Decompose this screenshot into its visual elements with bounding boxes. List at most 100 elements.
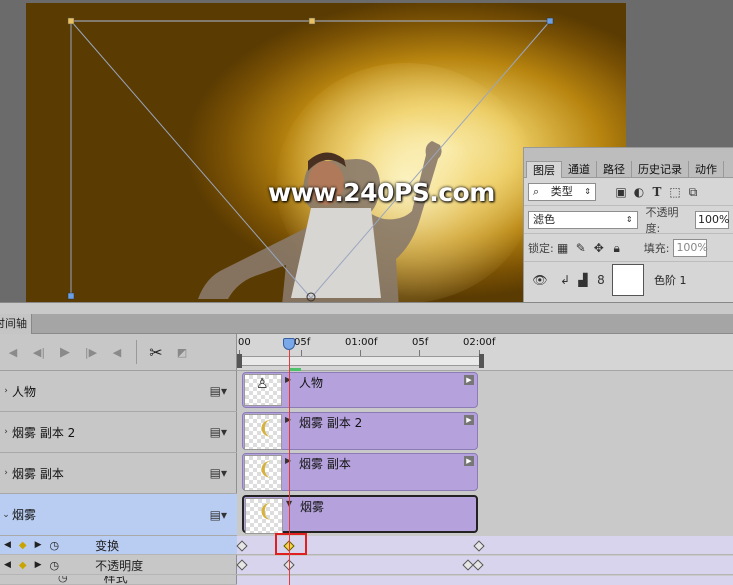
- audio-icon[interactable]: ◀: [104, 346, 130, 359]
- opacity-label: 不透明度:: [645, 205, 679, 235]
- track-smoke[interactable]: ⌄ 烟雾 ▤▾: [0, 494, 237, 536]
- prev-frame-icon[interactable]: ◀|: [26, 346, 52, 359]
- clip-end-icon[interactable]: ▶: [464, 415, 474, 425]
- lock-transparent-icon[interactable]: ▦: [556, 241, 570, 255]
- tab-timeline[interactable]: 时间轴: [0, 314, 32, 334]
- clip-end-icon[interactable]: ▶: [464, 375, 474, 385]
- updown-icon: ⇕: [625, 214, 633, 224]
- play-icon[interactable]: ▶: [52, 345, 78, 360]
- blend-mode-value: 滤色: [533, 212, 555, 226]
- track-label: 烟雾 副本: [12, 466, 64, 481]
- keyframe-lane-opacity[interactable]: [237, 556, 733, 575]
- clip-name: 人物: [299, 376, 324, 390]
- clip-smoke-copy-2[interactable]: ▶ 烟雾 副本 2 ▶: [242, 412, 478, 450]
- smoke-thumb-glyph: ❨: [258, 418, 274, 439]
- fill-label: 填充:: [643, 241, 670, 255]
- stopwatch-icon[interactable]: ◷: [58, 576, 68, 583]
- lock-label: 锁定:: [528, 241, 554, 255]
- clip-smoke[interactable]: ▼ 烟雾: [242, 495, 478, 534]
- next-keyframe-icon[interactable]: ▶: [35, 540, 42, 550]
- timeline-tab-bar: [0, 314, 733, 334]
- property-style[interactable]: ◷ 样式: [0, 576, 237, 585]
- lock-move-icon[interactable]: ✥: [592, 241, 606, 255]
- film-strip-icon[interactable]: ▤▾: [210, 384, 227, 398]
- tab-channels[interactable]: 通道: [562, 161, 597, 178]
- smart-object-filter-icon[interactable]: ⧉: [686, 185, 700, 199]
- clip-renwu[interactable]: ▶ 人物 ▶: [242, 372, 478, 408]
- tab-paths[interactable]: 路径: [597, 161, 632, 178]
- filter-kind-label: 类型: [550, 184, 573, 198]
- search-icon: ⌕: [533, 184, 540, 198]
- transition-icon[interactable]: ◩: [169, 346, 195, 359]
- clip-name: 烟雾 副本 2: [299, 416, 363, 430]
- filter-kind-select[interactable]: ⌕ 类型 ⇕: [528, 182, 596, 201]
- adjustment-filter-icon[interactable]: ◐: [632, 185, 646, 199]
- cache-indicator: [289, 368, 301, 371]
- lock-paint-icon[interactable]: ✎: [574, 241, 588, 255]
- chevron-right-icon[interactable]: ›: [0, 468, 12, 478]
- levels-icon: ▟: [578, 273, 588, 287]
- layer-mask-thumbnail[interactable]: [612, 264, 644, 296]
- keyframe-lane-style[interactable]: [237, 576, 733, 585]
- fill-input[interactable]: 100%: [673, 238, 708, 257]
- first-frame-icon[interactable]: ◀: [0, 346, 26, 359]
- track-renwu[interactable]: › 人物 ▤▾: [0, 371, 237, 412]
- work-area-bar[interactable]: [239, 356, 483, 366]
- chevron-right-icon[interactable]: ›: [0, 386, 12, 396]
- type-filter-icon[interactable]: T: [650, 185, 664, 199]
- link-icon: 8: [597, 273, 605, 287]
- track-label: 烟雾 副本 2: [12, 425, 76, 440]
- lock-all-icon[interactable]: 🔒︎: [610, 241, 624, 255]
- chevron-down-icon[interactable]: ⌄: [0, 510, 12, 520]
- image-filter-icon[interactable]: ▣: [614, 185, 628, 199]
- chevron-right-icon[interactable]: ›: [0, 427, 12, 437]
- ruler-label: 00: [238, 337, 251, 348]
- track-label: 烟雾: [12, 508, 37, 522]
- property-transform[interactable]: ◀ ◆ ▶ ◷ 变换: [0, 536, 237, 555]
- tab-layers[interactable]: 图层: [526, 161, 562, 178]
- track-label: 人物: [12, 384, 37, 399]
- track-smoke-copy[interactable]: › 烟雾 副本 ▤▾: [0, 453, 237, 494]
- keyframe-diamond-icon[interactable]: ◆: [19, 560, 27, 571]
- property-label: 样式: [103, 576, 128, 585]
- eye-icon[interactable]: 👁︎: [530, 273, 550, 287]
- next-keyframe-icon[interactable]: ▶: [35, 560, 42, 570]
- smoke-thumb-glyph: ❨: [258, 501, 274, 522]
- updown-icon: ⇕: [584, 186, 591, 196]
- ruler-label: 01:00f: [345, 337, 378, 348]
- tab-actions[interactable]: 动作: [689, 161, 724, 178]
- shape-filter-icon[interactable]: ⬚: [668, 185, 682, 199]
- layer-row[interactable]: 👁︎ ↲ ▟ 8 色阶 1: [524, 262, 733, 298]
- split-scissors-icon[interactable]: ✂: [143, 343, 169, 362]
- track-smoke-copy-2[interactable]: › 烟雾 副本 2 ▤▾: [0, 412, 237, 453]
- playhead-line[interactable]: [289, 350, 290, 585]
- playback-controls: ◀ ◀| ▶ |▶ ◀ ✂ ◩: [0, 334, 237, 371]
- property-opacity[interactable]: ◀ ◆ ▶ ◷ 不透明度: [0, 556, 237, 575]
- prev-keyframe-icon[interactable]: ◀: [4, 540, 11, 550]
- clip-name: 烟雾 副本: [299, 457, 351, 471]
- blend-mode-select[interactable]: 滤色 ⇕: [528, 210, 638, 229]
- work-area-start-handle[interactable]: [237, 354, 242, 368]
- blend-row: 滤色 ⇕ 不透明度: 100%: [524, 205, 733, 235]
- clip-smoke-copy[interactable]: ▶ 烟雾 副本 ▶: [242, 453, 478, 491]
- playhead-handle[interactable]: [283, 338, 295, 350]
- prev-keyframe-icon[interactable]: ◀: [4, 560, 11, 570]
- film-strip-icon[interactable]: ▤▾: [210, 508, 227, 522]
- film-strip-icon[interactable]: ▤▾: [210, 466, 227, 480]
- tab-history[interactable]: 历史记录: [632, 161, 689, 178]
- layer-filter-row: ⌕ 类型 ⇕ ▣ ◐ T ⬚ ⧉: [524, 178, 733, 206]
- keyframe-diamond-icon[interactable]: ◆: [19, 540, 27, 551]
- work-area-end-handle[interactable]: [479, 354, 484, 368]
- stopwatch-icon[interactable]: ◷: [50, 559, 60, 572]
- timeline-tab-label: 时间轴: [0, 317, 27, 330]
- stopwatch-icon[interactable]: ◷: [50, 539, 60, 552]
- time-ruler[interactable]: 00 05f 01:00f 05f 02:00f: [237, 334, 733, 371]
- film-strip-icon[interactable]: ▤▾: [210, 425, 227, 439]
- clip-end-icon[interactable]: ▶: [464, 456, 474, 466]
- ruler-label: 05f: [294, 337, 311, 348]
- layer-name: 色阶 1: [654, 274, 687, 287]
- watermark-text: www.240PS.com: [268, 178, 495, 207]
- layers-panel: 图层 通道 路径 历史记录 动作 ⌕ 类型 ⇕ ▣ ◐ T ⬚ ⧉ 滤色 ⇕ 不…: [523, 147, 733, 302]
- opacity-input[interactable]: 100%: [695, 210, 729, 229]
- next-frame-icon[interactable]: |▶: [78, 346, 104, 359]
